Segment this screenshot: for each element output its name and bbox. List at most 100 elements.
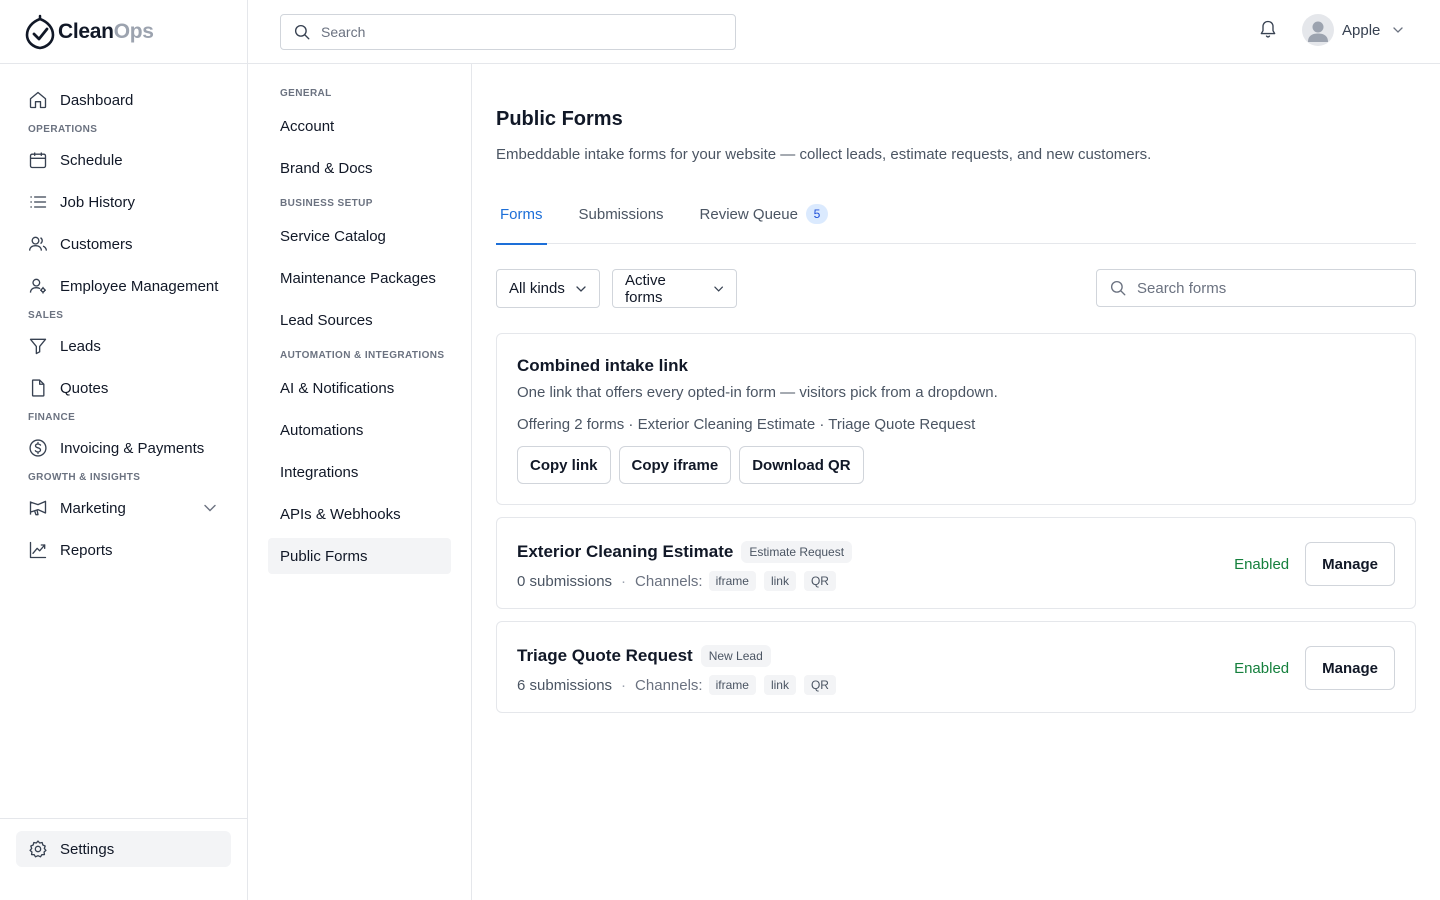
document-icon bbox=[31, 379, 45, 397]
sidebar-section-finance: FINANCE bbox=[28, 412, 76, 423]
sidebar-footer: Settings bbox=[0, 818, 247, 900]
copy-iframe-button[interactable]: Copy iframe bbox=[618, 446, 732, 484]
calendar-icon bbox=[29, 152, 47, 169]
page-description: Embeddable intake forms for your website… bbox=[496, 146, 1152, 163]
channel-chip: QR bbox=[803, 675, 836, 695]
subnav-item-ai-notifications[interactable]: AI & Notifications bbox=[268, 370, 451, 406]
combined-intake-actions: Copy link Copy iframe Download QR bbox=[517, 446, 1395, 484]
review-queue-count-badge: 5 bbox=[805, 204, 828, 224]
sidebar-item-settings[interactable]: Settings bbox=[16, 831, 231, 867]
chevron-down-icon bbox=[1393, 27, 1404, 33]
user-silhouette-icon bbox=[1308, 21, 1328, 42]
global-search-input[interactable] bbox=[321, 24, 701, 40]
combined-intake-title: Combined intake link bbox=[517, 356, 688, 375]
sidebar-item-dashboard[interactable]: Dashboard bbox=[16, 82, 231, 118]
download-qr-button[interactable]: Download QR bbox=[739, 446, 864, 484]
sidebar-item-label: Quotes bbox=[60, 379, 109, 397]
state-filter-select[interactable]: Active forms bbox=[612, 269, 737, 308]
channel-chip: QR bbox=[803, 571, 836, 591]
copy-link-button[interactable]: Copy link bbox=[517, 446, 611, 484]
manage-button[interactable]: Manage bbox=[1305, 646, 1395, 690]
sidebar-item-label: Job History bbox=[60, 193, 136, 211]
subnav-item-brand-docs[interactable]: Brand & Docs bbox=[268, 150, 451, 186]
main-content: Public Forms Embeddable intake forms for… bbox=[496, 64, 1416, 713]
subnav-item-public-forms[interactable]: Public Forms bbox=[268, 538, 451, 574]
logo-text: CleanOps bbox=[58, 19, 154, 43]
form-title: Triage Quote Request bbox=[517, 646, 693, 665]
manage-button[interactable]: Manage bbox=[1305, 542, 1395, 586]
forms-search-input[interactable] bbox=[1137, 279, 1397, 297]
chevron-down-icon bbox=[576, 285, 586, 292]
subnav-item-maintenance-packages[interactable]: Maintenance Packages bbox=[268, 260, 451, 296]
channels-label: Channels: bbox=[635, 572, 703, 590]
channel-chip: iframe bbox=[708, 571, 756, 591]
sidebar-item-quotes[interactable]: Quotes bbox=[16, 370, 231, 406]
sidebar-item-employee-management[interactable]: Employee Management bbox=[16, 268, 231, 304]
sidebar: CleanOps Dashboard OPERATIONS Schedule J… bbox=[0, 0, 248, 900]
sidebar-section-operations: OPERATIONS bbox=[28, 124, 98, 135]
subnav-section-general: GENERAL bbox=[280, 88, 332, 99]
tab-forms[interactable]: Forms bbox=[496, 206, 547, 245]
funnel-icon bbox=[29, 338, 47, 355]
form-card: Triage Quote Request New Lead 6 submissi… bbox=[496, 621, 1416, 713]
sidebar-item-label: Dashboard bbox=[60, 91, 134, 109]
users-icon bbox=[29, 236, 47, 251]
filters-bar: All kinds Active forms bbox=[496, 269, 1416, 309]
page-title: Public Forms bbox=[496, 108, 623, 130]
tab-submissions[interactable]: Submissions bbox=[575, 206, 668, 244]
form-status: Enabled bbox=[1234, 555, 1290, 573]
dollar-circle-icon bbox=[29, 439, 47, 457]
subnav-section-business-setup: BUSINESS SETUP bbox=[280, 198, 373, 209]
tab-label: Submissions bbox=[578, 206, 664, 223]
form-status: Enabled bbox=[1234, 659, 1290, 677]
search-icon bbox=[1110, 280, 1126, 296]
sidebar-item-label: Leads bbox=[60, 337, 101, 355]
kind-filter-select[interactable]: All kinds bbox=[496, 269, 600, 308]
combined-intake-offering: Offering 2 forms · Exterior Cleaning Est… bbox=[517, 416, 976, 433]
subnav-section-automation: AUTOMATION & INTEGRATIONS bbox=[280, 350, 445, 361]
chevron-down-icon bbox=[713, 286, 723, 292]
subnav-item-lead-sources[interactable]: Lead Sources bbox=[268, 302, 451, 338]
logo[interactable]: CleanOps bbox=[0, 0, 247, 64]
chart-line-icon bbox=[29, 541, 47, 559]
sidebar-item-schedule[interactable]: Schedule bbox=[16, 142, 231, 178]
avatar bbox=[1302, 14, 1334, 46]
search-icon bbox=[294, 24, 310, 40]
form-kind-badge: New Lead bbox=[700, 645, 771, 667]
sidebar-item-invoicing[interactable]: Invoicing & Payments bbox=[16, 430, 231, 466]
sidebar-item-label: Reports bbox=[60, 541, 113, 559]
tab-label: Review Queue bbox=[699, 206, 798, 223]
subnav-item-integrations[interactable]: Integrations bbox=[268, 454, 451, 490]
subnav-item-apis-webhooks[interactable]: APIs & Webhooks bbox=[268, 496, 451, 532]
combined-intake-description: One link that offers every opted-in form… bbox=[517, 384, 998, 401]
form-title: Exterior Cleaning Estimate bbox=[517, 542, 734, 561]
sidebar-item-reports[interactable]: Reports bbox=[16, 532, 231, 568]
user-menu[interactable]: Apple bbox=[1302, 14, 1404, 46]
sidebar-item-job-history[interactable]: Job History bbox=[16, 184, 231, 220]
tab-label: Forms bbox=[500, 206, 543, 223]
state-filter-value: Active forms bbox=[625, 271, 666, 306]
forms-search[interactable] bbox=[1096, 269, 1416, 307]
sidebar-item-customers[interactable]: Customers bbox=[16, 226, 231, 262]
sidebar-item-marketing[interactable]: Marketing bbox=[16, 490, 231, 526]
subnav-item-service-catalog[interactable]: Service Catalog bbox=[268, 218, 451, 254]
sidebar-section-sales: SALES bbox=[28, 310, 64, 321]
user-name: Apple bbox=[1342, 21, 1381, 39]
sidebar-item-label: Settings bbox=[60, 840, 115, 858]
tab-review-queue[interactable]: Review Queue 5 bbox=[696, 204, 832, 244]
sidebar-item-label: Employee Management bbox=[60, 277, 219, 295]
chevron-down-icon[interactable] bbox=[203, 501, 217, 515]
sidebar-nav: Dashboard OPERATIONS Schedule Job Histor… bbox=[0, 64, 247, 568]
subnav-item-account[interactable]: Account bbox=[268, 108, 451, 144]
tabs: Forms Submissions Review Queue 5 bbox=[496, 194, 1416, 245]
subnav-item-automations[interactable]: Automations bbox=[268, 412, 451, 448]
channel-chip: link bbox=[763, 675, 796, 695]
global-search[interactable] bbox=[280, 14, 736, 50]
bell-icon[interactable] bbox=[1258, 19, 1278, 39]
user-cog-icon bbox=[29, 278, 46, 294]
megaphone-icon bbox=[29, 500, 47, 516]
list-icon bbox=[30, 196, 47, 208]
sidebar-item-leads[interactable]: Leads bbox=[16, 328, 231, 364]
kind-filter-value: All kinds bbox=[509, 280, 565, 297]
sidebar-section-growth: GROWTH & INSIGHTS bbox=[28, 472, 141, 483]
